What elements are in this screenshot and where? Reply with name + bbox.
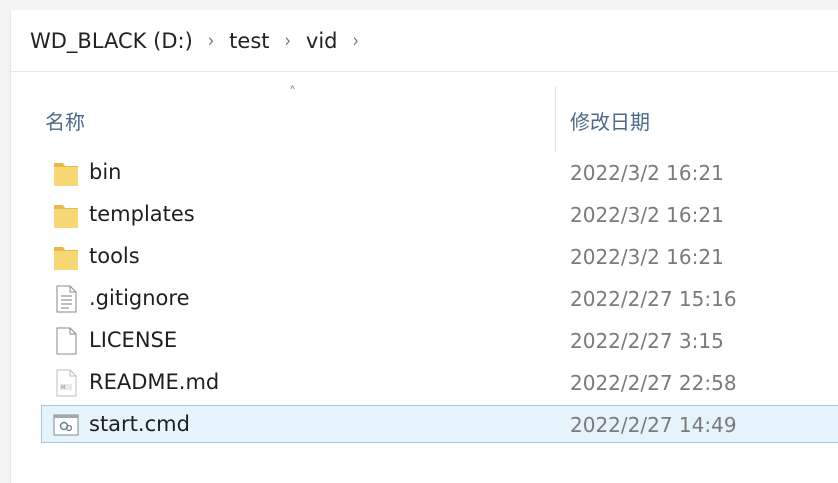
file-row[interactable]: templates 2022/3/2 16:21 xyxy=(41,195,838,233)
file-modified-date: 2022/2/27 22:58 xyxy=(570,371,737,395)
file-row[interactable]: tools 2022/3/2 16:21 xyxy=(41,237,838,275)
blank-file-icon xyxy=(53,327,79,355)
chevron-right-icon[interactable]: › xyxy=(353,29,359,52)
breadcrumb-vid[interactable]: vid xyxy=(304,29,340,53)
file-row[interactable]: LICENSE 2022/2/27 3:15 xyxy=(41,321,838,359)
breadcrumb-test[interactable]: test xyxy=(227,29,271,53)
file-name: LICENSE xyxy=(89,328,178,352)
column-header-modified[interactable]: 修改日期 xyxy=(570,106,650,135)
text-file-icon xyxy=(53,285,79,313)
file-name: tools xyxy=(89,244,140,268)
file-name: start.cmd xyxy=(89,412,190,436)
file-name: bin xyxy=(89,160,122,184)
file-name: .gitignore xyxy=(89,286,190,310)
cmd-file-icon xyxy=(53,411,79,439)
svg-text:M: M xyxy=(61,385,65,391)
column-resize-divider[interactable] xyxy=(555,86,556,152)
file-modified-date: 2022/3/2 16:21 xyxy=(570,203,724,227)
file-row[interactable]: start.cmd 2022/2/27 14:49 xyxy=(41,405,838,443)
file-row[interactable]: bin 2022/3/2 16:21 xyxy=(41,153,838,191)
column-header-row: 名称 修改日期 xyxy=(11,72,838,152)
folder-icon xyxy=(53,243,79,271)
file-modified-date: 2022/2/27 15:16 xyxy=(570,287,737,311)
column-header-name[interactable]: 名称 xyxy=(45,106,85,135)
file-modified-date: 2022/2/27 3:15 xyxy=(570,329,724,353)
file-explorer-pane: WD_BLACK (D:) › test › vid › 名称 修改日期 ˄ b… xyxy=(10,10,838,483)
markdown-file-icon: M xyxy=(53,369,79,397)
address-bar[interactable]: WD_BLACK (D:) › test › vid › xyxy=(11,10,838,72)
file-modified-date: 2022/3/2 16:21 xyxy=(570,161,724,185)
folder-icon xyxy=(53,201,79,229)
chevron-right-icon[interactable]: › xyxy=(285,29,291,52)
chevron-right-icon[interactable]: › xyxy=(208,29,214,52)
sort-ascending-icon: ˄ xyxy=(289,85,296,101)
file-name: templates xyxy=(89,202,195,226)
file-name: README.md xyxy=(89,370,220,394)
breadcrumb-drive[interactable]: WD_BLACK (D:) xyxy=(28,29,195,53)
file-row[interactable]: M README.md 2022/2/27 22:58 xyxy=(41,363,838,401)
folder-icon xyxy=(53,159,79,187)
file-row[interactable]: .gitignore 2022/2/27 15:16 xyxy=(41,279,838,317)
file-modified-date: 2022/3/2 16:21 xyxy=(570,245,724,269)
file-modified-date: 2022/2/27 14:49 xyxy=(570,413,737,437)
